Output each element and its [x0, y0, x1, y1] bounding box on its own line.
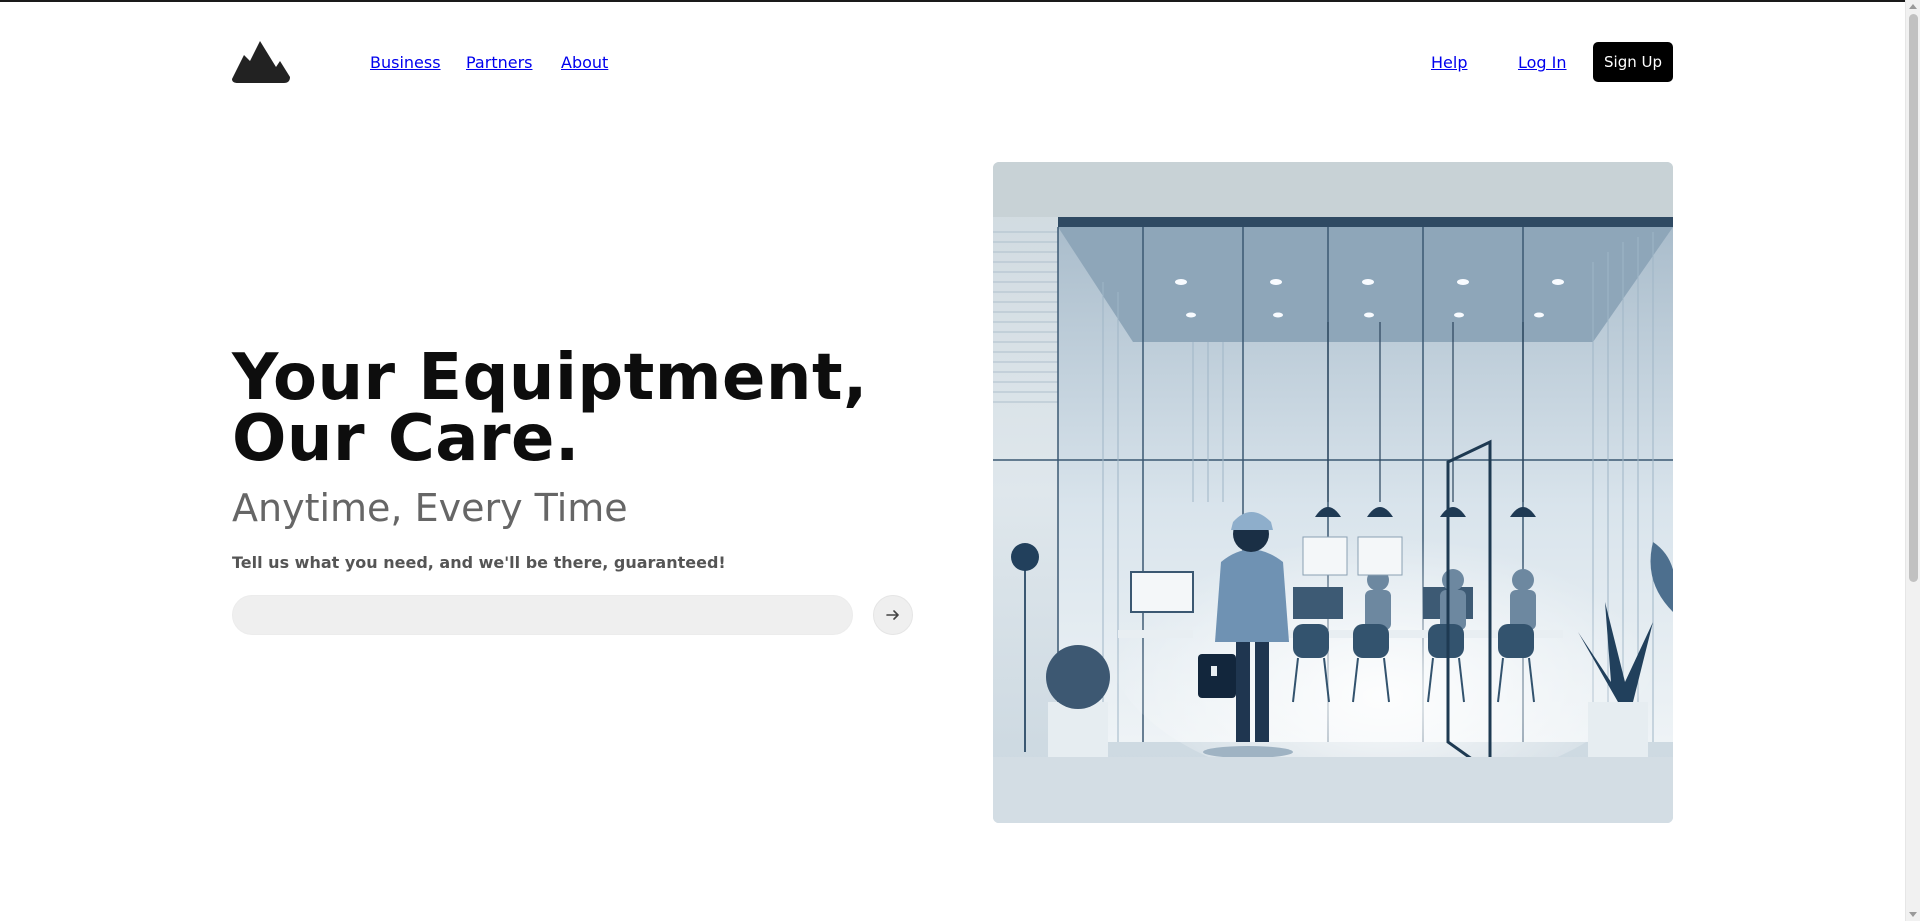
nav-partners-link[interactable]: Partners [466, 53, 532, 72]
mountain-logo-icon[interactable] [232, 41, 290, 83]
request-input[interactable] [232, 595, 853, 635]
hero-description: Tell us what you need, and we'll be ther… [232, 553, 726, 572]
arrow-right-icon [886, 610, 899, 620]
top-border [0, 0, 1905, 2]
scroll-down-arrow-icon[interactable] [1909, 912, 1917, 917]
scroll-up-arrow-icon[interactable] [1909, 4, 1917, 9]
nav-login-link[interactable]: Log In [1518, 53, 1567, 72]
hero-title: Your Equiptment, Our Care. [232, 341, 868, 476]
hero-subtitle: Anytime, Every Time [232, 486, 628, 530]
nav-help-link[interactable]: Help [1431, 53, 1467, 72]
nav-business-link[interactable]: Business [370, 53, 441, 72]
scrollbar-thumb[interactable] [1909, 14, 1918, 582]
page-scrollbar[interactable] [1905, 0, 1920, 921]
office-technician-illustration [993, 162, 1673, 823]
signup-button[interactable]: Sign Up [1593, 42, 1673, 82]
submit-request-button[interactable] [873, 595, 913, 635]
hero-illustration [993, 162, 1673, 823]
nav-about-link[interactable]: About [561, 53, 608, 72]
